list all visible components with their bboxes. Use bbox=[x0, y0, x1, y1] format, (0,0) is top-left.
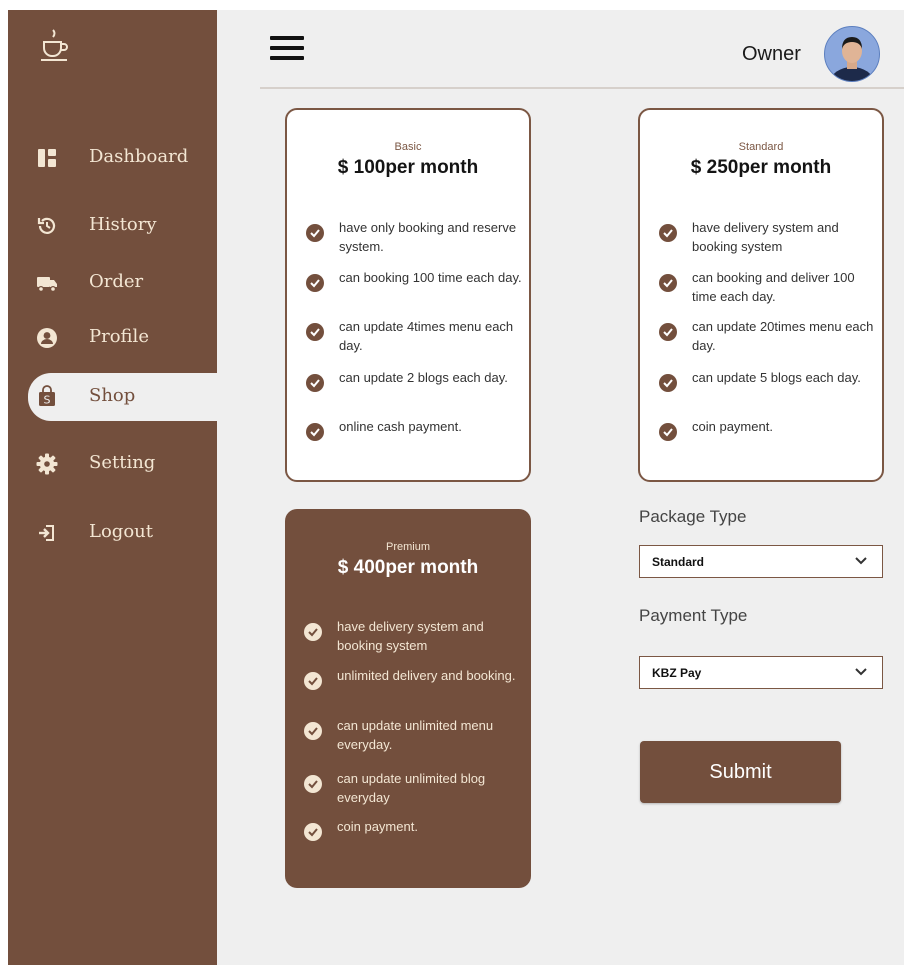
sidebar-item-setting[interactable]: Setting bbox=[8, 441, 217, 487]
check-circle-icon bbox=[306, 423, 324, 441]
check-circle-icon bbox=[659, 323, 677, 341]
check-circle-icon bbox=[659, 374, 677, 392]
history-icon bbox=[37, 217, 56, 234]
plan-card-basic[interactable]: Basic $ 100per month have only booking a… bbox=[285, 108, 531, 482]
plan-price: $ 250per month bbox=[690, 157, 832, 178]
sidebar-item-label: Logout bbox=[89, 521, 153, 542]
sidebar-item-label: Shop bbox=[89, 385, 136, 406]
plan-feature-text: can booking 100 time each day. bbox=[339, 270, 522, 285]
user-icon bbox=[37, 328, 57, 348]
check-circle-icon bbox=[659, 423, 677, 441]
sidebar-item-dashboard[interactable]: Dashboard bbox=[8, 135, 217, 181]
payment-type-value: KBZ Pay bbox=[652, 666, 702, 680]
check-circle-icon bbox=[304, 823, 322, 841]
sidebar-item-label: Dashboard bbox=[89, 146, 189, 167]
user-name: Owner bbox=[742, 43, 801, 65]
plan-feature-text: can update unlimited blog everyday bbox=[337, 771, 486, 805]
plan-feature-text: can update unlimited menu everyday. bbox=[337, 718, 494, 752]
chevron-down-icon bbox=[855, 668, 867, 676]
plan-feature-text: can update 4times menu each day. bbox=[339, 319, 514, 353]
chevron-down-icon bbox=[855, 557, 867, 565]
sidebar-item-label: History bbox=[89, 214, 157, 235]
plan-feature-text: online cash payment. bbox=[339, 419, 462, 434]
coffee-cup-icon[interactable] bbox=[38, 28, 70, 62]
payment-type-select[interactable]: KBZ Pay bbox=[639, 656, 883, 689]
plan-feature-text: can update 2 blogs each day. bbox=[339, 370, 508, 385]
avatar[interactable] bbox=[824, 26, 880, 82]
check-circle-icon bbox=[306, 224, 324, 242]
svg-text:S: S bbox=[44, 394, 51, 407]
app-frame: Dashboard History Order Profile S Shop S… bbox=[8, 10, 904, 965]
menu-icon[interactable] bbox=[270, 36, 304, 64]
dashboard-icon bbox=[38, 149, 56, 167]
plan-tier: Standard bbox=[738, 141, 784, 153]
check-circle-icon bbox=[304, 722, 322, 740]
plan-feature-text: have delivery system and booking system bbox=[337, 619, 484, 653]
plan-feature-text: coin payment. bbox=[337, 819, 418, 834]
plan-feature-text: have only booking and reserve system. bbox=[339, 220, 517, 254]
check-circle-icon bbox=[659, 224, 677, 242]
logout-icon bbox=[39, 525, 54, 541]
check-circle-icon bbox=[306, 323, 324, 341]
check-circle-icon bbox=[304, 623, 322, 641]
truck-icon bbox=[37, 277, 57, 293]
check-circle-icon bbox=[304, 672, 322, 690]
check-circle-icon bbox=[659, 274, 677, 292]
plan-card-standard[interactable]: Standard $ 250per month have delivery sy… bbox=[638, 108, 884, 482]
payment-type-label: Payment Type bbox=[639, 606, 748, 625]
plan-feature-text: coin payment. bbox=[692, 419, 773, 434]
shopping-bag-icon: S bbox=[39, 385, 55, 407]
header-divider bbox=[260, 87, 904, 89]
sidebar-item-order[interactable]: Order bbox=[8, 260, 217, 306]
sidebar-item-profile[interactable]: Profile bbox=[8, 315, 217, 361]
check-circle-icon bbox=[306, 374, 324, 392]
plan-feature-text: can update 5 blogs each day. bbox=[692, 370, 861, 385]
plan-feature-text: unlimited delivery and booking. bbox=[337, 668, 516, 683]
check-circle-icon bbox=[304, 775, 322, 793]
plan-card-premium[interactable]: Premium $ 400per month have delivery sys… bbox=[285, 509, 531, 888]
plan-feature-text: can booking and deliver 100 time each da… bbox=[692, 270, 855, 304]
plan-tier: Premium bbox=[385, 541, 430, 553]
sidebar-item-history[interactable]: History bbox=[8, 203, 217, 249]
package-type-label: Package Type bbox=[639, 507, 747, 526]
sidebar-item-logout[interactable]: Logout bbox=[8, 510, 217, 556]
plan-feature-text: can update 20times menu each day. bbox=[692, 319, 874, 353]
submit-button[interactable]: Submit bbox=[640, 741, 841, 803]
sidebar: Dashboard History Order Profile S Shop S… bbox=[8, 10, 217, 965]
gear-icon bbox=[36, 453, 58, 475]
user-photo-icon bbox=[830, 37, 874, 81]
sidebar-item-label: Profile bbox=[89, 326, 149, 347]
check-circle-icon bbox=[306, 274, 324, 292]
plan-price: $ 100per month bbox=[337, 157, 479, 178]
sidebar-item-shop[interactable]: S Shop bbox=[28, 373, 217, 421]
plan-price: $ 400per month bbox=[337, 557, 479, 578]
sidebar-item-label: Setting bbox=[89, 452, 156, 473]
plan-feature-text: have delivery system and booking system bbox=[692, 220, 839, 254]
package-type-value: Standard bbox=[652, 555, 705, 569]
sidebar-item-label: Order bbox=[89, 271, 144, 292]
plan-tier: Basic bbox=[394, 141, 422, 153]
package-type-select[interactable]: Standard bbox=[639, 545, 883, 578]
